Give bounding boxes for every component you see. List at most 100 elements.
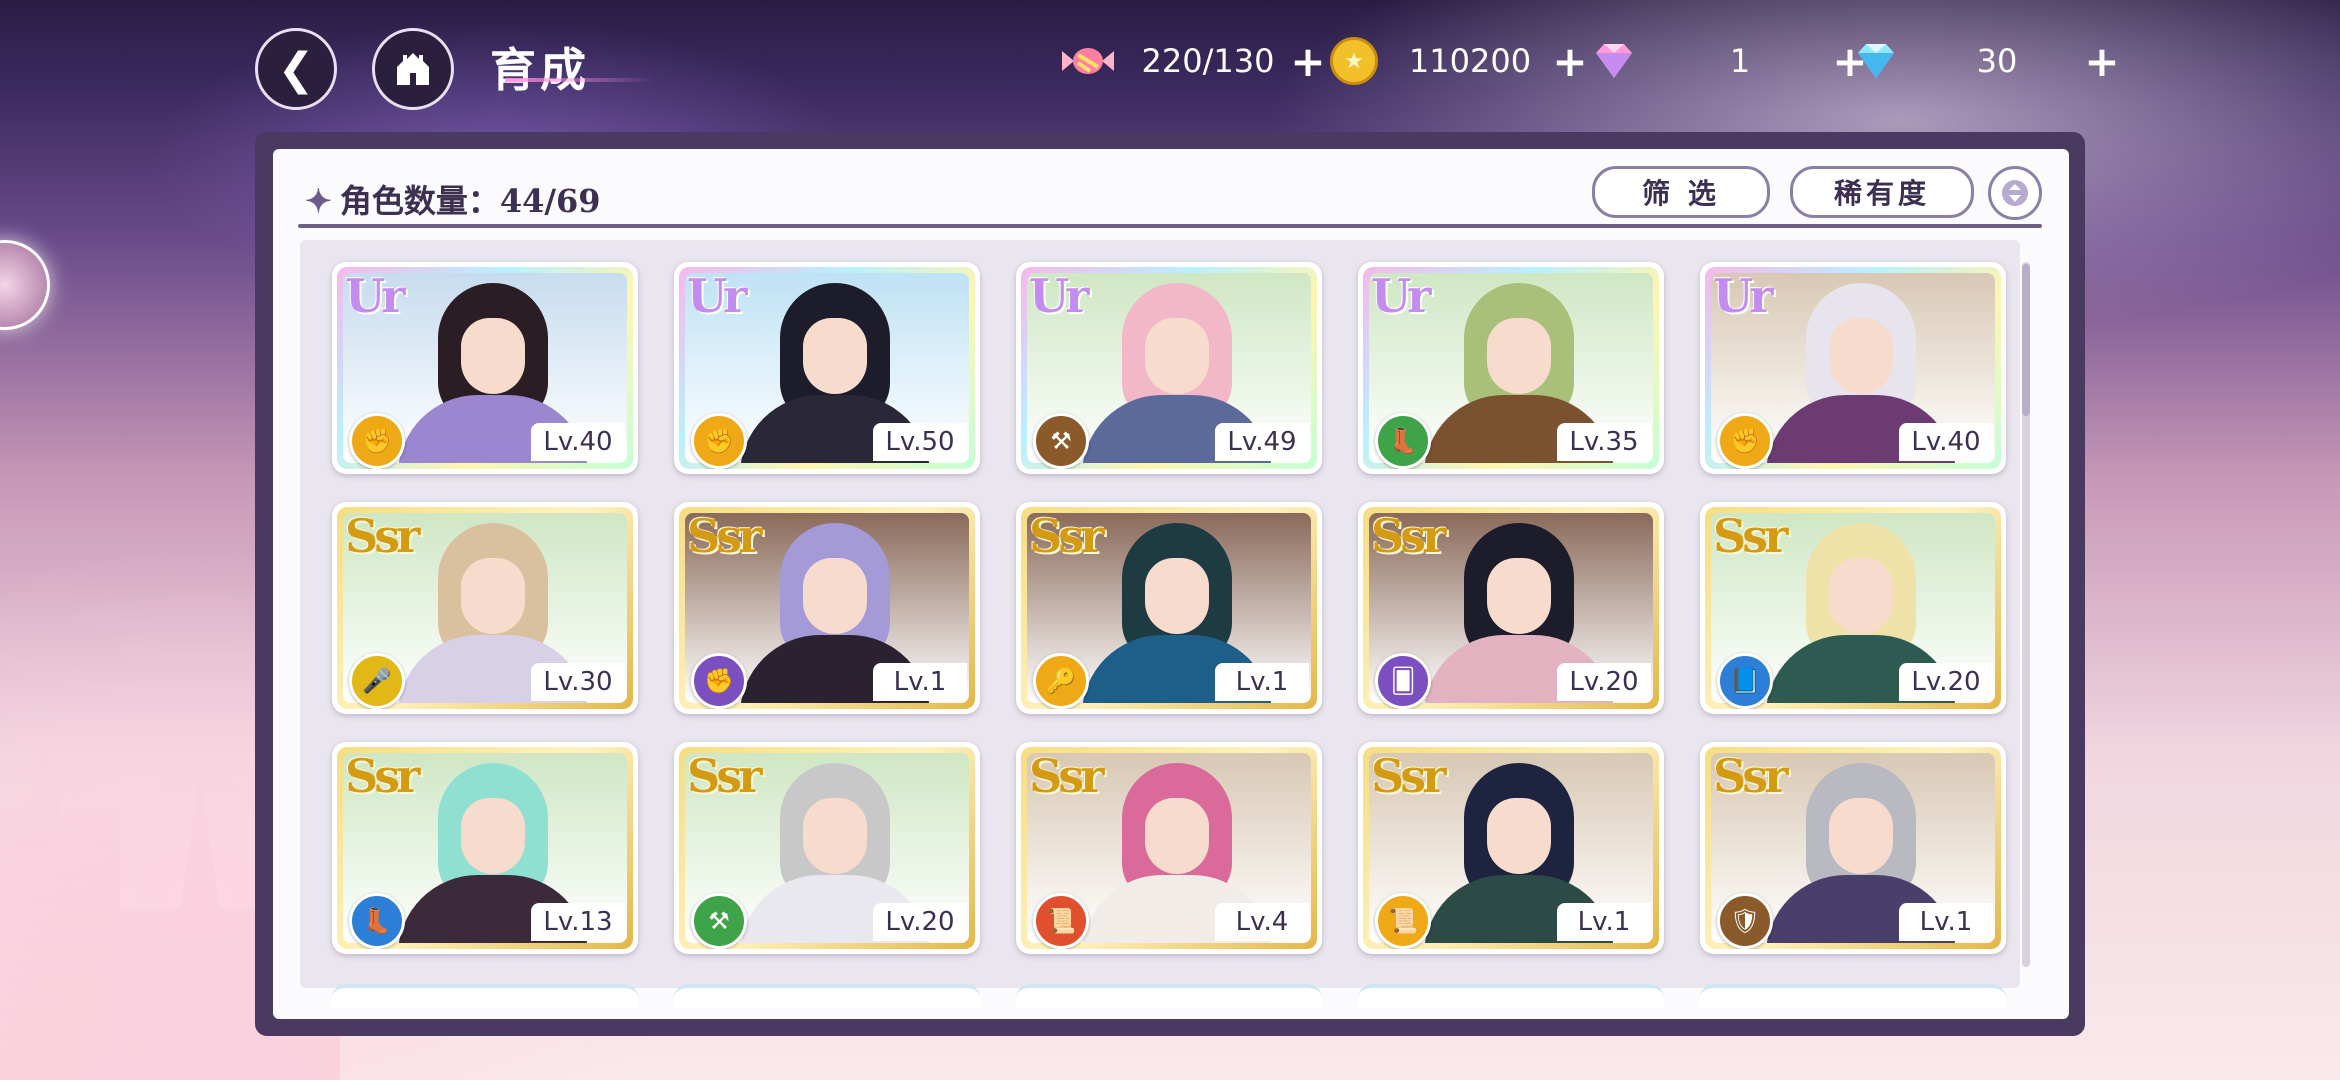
rarity-badge: Ssr [1713,749,1788,803]
fist-role-icon: ✊ [1717,413,1773,469]
filter-button[interactable]: 筛 选 [1592,166,1770,218]
level-tag: Lv.4 [1215,903,1309,941]
role-glyph: 👢 [1388,427,1418,455]
portrait-face [1145,558,1209,634]
role-glyph: 📜 [1046,907,1076,935]
add-coin-button[interactable]: + [1550,37,1590,86]
castle-home-icon [397,53,429,85]
rarity-badge: Ssr [1029,749,1104,803]
portrait-face [803,558,867,634]
role-glyph: 📘 [1730,667,1760,695]
header-divider [298,224,2042,228]
rarity-badge: Ssr [687,509,762,563]
shield-role-icon: 🛡 [1717,893,1773,949]
role-glyph: 🎤 [362,667,392,695]
level-tag: Lv.35 [1557,423,1651,461]
character-card[interactable]: Ssr 📜 Lv.1 [1358,742,1664,954]
role-glyph: ✊ [362,427,392,455]
level-tag: Lv.20 [1899,663,1993,701]
rarity-badge: Ur [1713,269,1773,323]
level-tag: Lv.1 [873,663,967,701]
level-tag: Lv.40 [531,423,625,461]
character-card[interactable]: Ssr 📘 Lv.20 [1700,502,2006,714]
card-frame: Ssr ⚒ Lv.20 [679,747,975,949]
character-card[interactable]: Ur 👢 Lv.35 [1358,262,1664,474]
character-card[interactable]: Ssr 🎤 Lv.30 [332,502,638,714]
level-tag: Lv.1 [1899,903,1993,941]
pink-gem-icon [1596,44,1632,78]
sort-order-icon [2002,180,2028,206]
sort-order-button[interactable] [1988,166,2042,220]
role-glyph: 📜 [1388,907,1418,935]
character-card[interactable]: Ssr 👢 Lv.13 [332,742,638,954]
back-arrow-icon: ❮ [277,43,315,95]
character-card[interactable]: Ssr 📜 Lv.4 [1016,742,1322,954]
home-button[interactable] [372,28,454,110]
title-decoration [505,78,655,82]
back-button[interactable]: ❮ [255,28,337,110]
portrait-face [461,318,525,394]
stamina-value: 220/130 [1141,42,1275,80]
character-count: ✦ 角色数量：44/69 [305,176,601,222]
rarity-badge: Ur [1371,269,1431,323]
level-tag: Lv.1 [1557,903,1651,941]
character-card[interactable]: Ssr ⚒ Lv.20 [674,742,980,954]
fist-role-icon: ✊ [349,413,405,469]
character-card[interactable]: Ur ✊ Lv.40 [1700,262,2006,474]
mic-role-icon: 🎤 [349,653,405,709]
character-card[interactable]: Ur ✊ Lv.50 [674,262,980,474]
boot-role-icon: 👢 [1375,413,1431,469]
sparkle-icon: ✦ [305,182,332,220]
portrait-face [461,798,525,874]
card-peek [674,984,980,1008]
card-frame: Ssr 📜 Lv.4 [1021,747,1317,949]
character-card[interactable]: Ur ✊ Lv.40 [332,262,638,474]
portrait-face [1829,558,1893,634]
add-stamina-button[interactable]: + [1288,37,1328,86]
scrollbar-thumb[interactable] [2022,264,2030,416]
character-card[interactable]: Ssr 🂠 Lv.20 [1358,502,1664,714]
card-frame: Ssr 🛡 Lv.1 [1705,747,2001,949]
card-frame: Ssr 🔑 Lv.1 [1021,507,1317,709]
coin-icon: ★ [1330,37,1378,85]
portrait-face [1829,798,1893,874]
resource-pink-gem: 1 + [1590,36,1870,86]
card-frame: Ur 👢 Lv.35 [1363,267,1659,469]
rarity-badge: Ur [1029,269,1089,323]
rarity-sort-button[interactable]: 稀有度 [1790,166,1974,218]
character-card[interactable]: Ssr ✊ Lv.1 [674,502,980,714]
character-card[interactable]: Ssr 🔑 Lv.1 [1016,502,1322,714]
character-card[interactable]: Ur ⚒ Lv.49 [1016,262,1322,474]
top-bar: ❮ 育成 220/130 + ★ 110200 + 1 + 30 + [0,0,2340,120]
card-frame: Ssr 📘 Lv.20 [1705,507,2001,709]
add-blue-gem-button[interactable]: + [2082,37,2122,86]
portrait-face [1487,798,1551,874]
role-glyph: ✊ [704,427,734,455]
coin-value: 110200 [1408,42,1532,80]
card-frame: Ssr ✊ Lv.1 [679,507,975,709]
role-glyph: ⚒ [708,907,730,935]
level-tag: Lv.40 [1899,423,1993,461]
page-title: 育成 [490,43,590,97]
card-frame: Ssr 🎤 Lv.30 [337,507,633,709]
fist-role-icon: ✊ [691,413,747,469]
boot-blue-role-icon: 👢 [349,893,405,949]
candy-icon [1062,48,1114,74]
level-tag: Lv.50 [873,423,967,461]
card-frame: Ssr 🂠 Lv.20 [1363,507,1659,709]
role-glyph: ✊ [1730,427,1760,455]
portrait-face [1145,318,1209,394]
level-tag: Lv.20 [873,903,967,941]
role-glyph: ✊ [704,667,734,695]
character-card[interactable]: Ssr 🛡 Lv.1 [1700,742,2006,954]
role-glyph: 🔑 [1046,667,1076,695]
rarity-badge: Ssr [1713,509,1788,563]
cards-role-icon: 🂠 [1375,653,1431,709]
card-frame: Ur ⚒ Lv.49 [1021,267,1317,469]
portrait-face [1487,558,1551,634]
key-role-icon: 🔑 [1033,653,1089,709]
rarity-badge: Ssr [687,749,762,803]
rarity-badge: Ssr [1371,509,1446,563]
card-peek [1016,984,1322,1008]
card-frame: Ssr 👢 Lv.13 [337,747,633,949]
